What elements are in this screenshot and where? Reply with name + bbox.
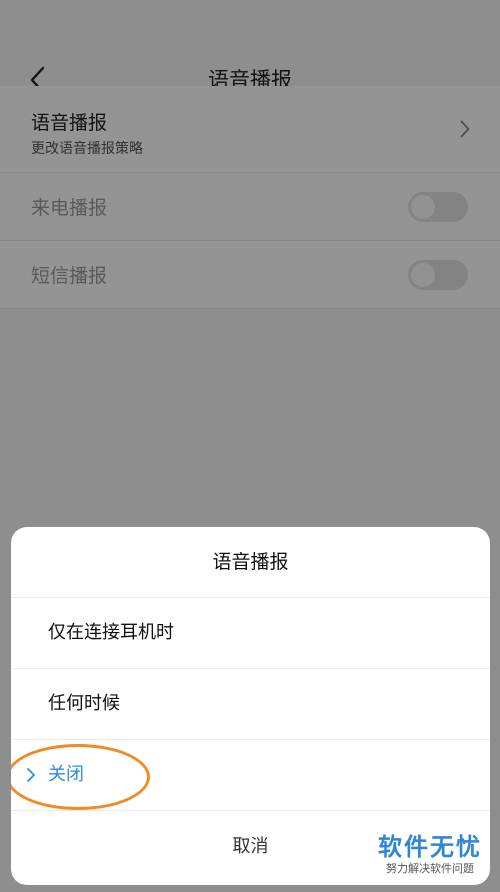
annotation-circle <box>11 744 150 810</box>
option-off[interactable]: 关闭 <box>11 740 490 811</box>
dialog-title: 语音播报 <box>11 527 490 598</box>
watermark-title: 软件无忧 <box>378 833 482 861</box>
watermark-logo: 软件无忧 努力解决软件问题 <box>374 832 486 876</box>
option-any-time[interactable]: 任何时候 <box>11 669 490 740</box>
option-headphones-only[interactable]: 仅在连接耳机时 <box>11 598 490 669</box>
option-label: 任何时候 <box>48 693 120 714</box>
watermark-subtitle: 努力解决软件问题 <box>386 862 474 875</box>
option-label: 仅在连接耳机时 <box>48 622 174 643</box>
